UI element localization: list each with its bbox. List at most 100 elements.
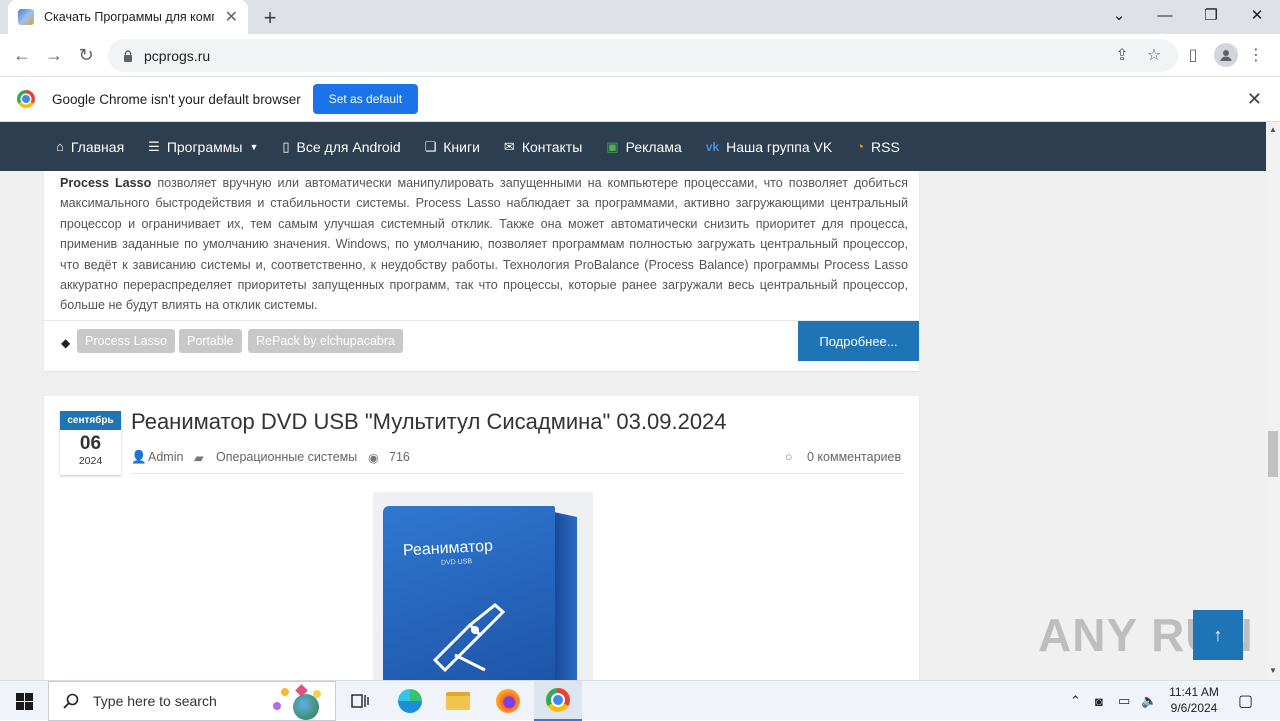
menu-icon[interactable]: ⋮ — [1244, 43, 1268, 67]
post-lead: Process Lasso — [60, 176, 152, 190]
reload-button[interactable]: ↻ — [74, 43, 98, 67]
list-icon: ☰ — [148, 138, 160, 154]
network-icon[interactable]: ▭ — [1118, 681, 1130, 721]
nav-item-programs[interactable]: ☰ Программы ▼ — [148, 139, 258, 155]
post-comments[interactable]: 0 комментариев — [807, 450, 901, 464]
scroll-up-icon[interactable]: ▲ — [1268, 125, 1278, 134]
share-icon[interactable]: ⇪ — [1110, 43, 1134, 67]
page-scrollbar[interactable]: ▲ ▼ — [1266, 122, 1280, 680]
nav-item-vk[interactable]: vk Наша группа VK — [706, 139, 832, 155]
tag-process-lasso[interactable]: Process Lasso — [77, 329, 175, 353]
clock-time: 11:41 AM — [1169, 685, 1219, 699]
arrow-up-icon: ↑ — [1213, 624, 1223, 645]
taskbar-chrome[interactable] — [534, 681, 582, 721]
folder-icon — [446, 692, 470, 710]
post-views: 716 — [389, 450, 410, 464]
nav-label: Главная — [70, 138, 125, 155]
folder-icon: ▰ — [194, 451, 204, 465]
browser-toolbar: ← → ↻ pcprogs.ru ⇪ ☆ ▯ ⋮ — [0, 34, 1280, 77]
side-panel-icon[interactable]: ▯ — [1181, 43, 1205, 67]
firefox-icon — [496, 689, 520, 713]
post-author[interactable]: Admin — [148, 450, 183, 464]
chrome-icon — [546, 688, 570, 712]
taskbar-edge[interactable] — [386, 681, 434, 721]
nav-label: Контакты — [521, 138, 583, 155]
money-icon: ▣ — [606, 138, 619, 154]
divider — [131, 473, 904, 474]
back-button[interactable]: ← — [10, 43, 34, 67]
nav-item-ads[interactable]: ▣ Реклама — [606, 139, 681, 155]
show-hidden-icons[interactable]: ⌃ — [1070, 681, 1081, 721]
nav-item-contacts[interactable]: ✉ Контакты — [504, 139, 582, 155]
windows-taskbar: Type here to search ⌃ ◙ ▭ 🔈 11:41 AM 9/6… — [0, 680, 1280, 721]
home-icon: ⌂ — [56, 139, 64, 154]
nav-item-home[interactable]: ⌂ Главная — [56, 139, 124, 155]
url-text: pcprogs.ru — [144, 47, 211, 64]
lock-icon — [124, 49, 132, 62]
envelope-icon: ✉ — [503, 138, 515, 154]
nav-label: Все для Android — [296, 138, 401, 155]
site-favicon-icon — [18, 9, 34, 25]
post-description: Process Lasso позволяет вручную или авто… — [60, 173, 908, 316]
scroll-down-icon[interactable]: ▼ — [1268, 666, 1278, 675]
minimize-button[interactable]: — — [1142, 0, 1188, 30]
bookmark-star-icon[interactable]: ☆ — [1142, 43, 1166, 67]
chrome-logo-icon — [17, 90, 35, 108]
task-view-button[interactable] — [336, 681, 384, 721]
date-badge: сентябрь 06 2024 — [60, 411, 121, 475]
post-category[interactable]: Операционные системы — [216, 450, 357, 464]
tab-close-icon[interactable]: ✕ — [225, 7, 238, 27]
divider — [44, 320, 919, 321]
restore-button[interactable]: ❐ — [1188, 0, 1234, 30]
tag-repack[interactable]: RePack by elchupacabra — [248, 329, 403, 353]
mobile-icon: ▯ — [282, 138, 290, 154]
infobar-close-icon[interactable]: ✕ — [1247, 89, 1262, 110]
product-box-image[interactable]: Реаниматор DVD USB — [373, 492, 593, 680]
search-highlight-icon — [267, 684, 331, 720]
page-content: Process Lasso позволяет вручную или авто… — [0, 171, 1266, 680]
task-view-icon — [351, 694, 369, 708]
tag-portable[interactable]: Portable — [179, 329, 242, 353]
nav-label: Реклама — [625, 138, 682, 155]
browser-tab[interactable]: Скачать Программы для комп ✕ — [8, 0, 248, 34]
taskbar-search-box[interactable]: Type here to search — [48, 681, 336, 721]
scrollbar-thumb[interactable] — [1268, 431, 1278, 477]
nav-item-rss[interactable]: ◔ RSS — [856, 139, 900, 155]
post-card: сентябрь 06 2024 Реаниматор DVD USB "Мул… — [44, 396, 919, 680]
book-icon: ❏ — [424, 138, 437, 154]
site-navigation: ⌂ Главная ☰ Программы ▼ ▯ Все для Android ❏ К… — [0, 122, 1266, 171]
default-browser-infobar: Google Chrome isn't your default browser… — [0, 77, 1280, 122]
search-placeholder: Type here to search — [93, 693, 217, 709]
volume-icon[interactable]: 🔈 — [1141, 681, 1157, 721]
notifications-icon[interactable]: ▢ — [1238, 681, 1253, 721]
eye-icon: ◉ — [368, 451, 379, 465]
taskbar-clock[interactable]: 11:41 AM 9/6/2024 — [1162, 684, 1226, 716]
nav-item-android[interactable]: ▯ Все для Android — [282, 139, 400, 155]
nav-label: Программы — [166, 138, 243, 155]
windows-logo-icon — [15, 692, 33, 710]
user-icon: 👤 — [131, 450, 147, 464]
comment-icon: ○ — [785, 450, 793, 464]
person-icon — [1220, 50, 1232, 61]
post-text: позволяет вручную или автоматически мани… — [60, 176, 908, 313]
forward-button[interactable]: → — [42, 43, 66, 67]
meet-now-icon[interactable]: ◙ — [1095, 681, 1103, 721]
taskbar-explorer[interactable] — [434, 681, 482, 721]
read-more-button[interactable]: Подробнее... — [798, 321, 919, 361]
address-bar[interactable]: pcprogs.ru — [108, 39, 1178, 72]
profile-avatar[interactable] — [1214, 43, 1238, 67]
close-window-button[interactable]: ✕ — [1234, 0, 1280, 30]
nav-label: Наша группа VK — [726, 138, 833, 155]
nav-label: Книги — [443, 138, 480, 155]
rss-icon: ◔ — [856, 139, 865, 154]
tab-search-icon[interactable]: ⌄ — [1096, 0, 1142, 30]
set-default-button[interactable]: Set as default — [312, 84, 419, 114]
new-tab-button[interactable]: + — [258, 5, 282, 31]
post-title[interactable]: Реаниматор DVD USB "Мультитул Сисадмина"… — [131, 409, 727, 435]
infobar-text: Google Chrome isn't your default browser — [52, 91, 301, 107]
nav-item-books[interactable]: ❏ Книги — [425, 139, 480, 155]
nav-label: RSS — [871, 138, 900, 155]
start-button[interactable] — [0, 681, 48, 721]
scroll-to-top-button[interactable]: ↑ — [1193, 610, 1243, 660]
taskbar-firefox[interactable] — [484, 681, 532, 721]
